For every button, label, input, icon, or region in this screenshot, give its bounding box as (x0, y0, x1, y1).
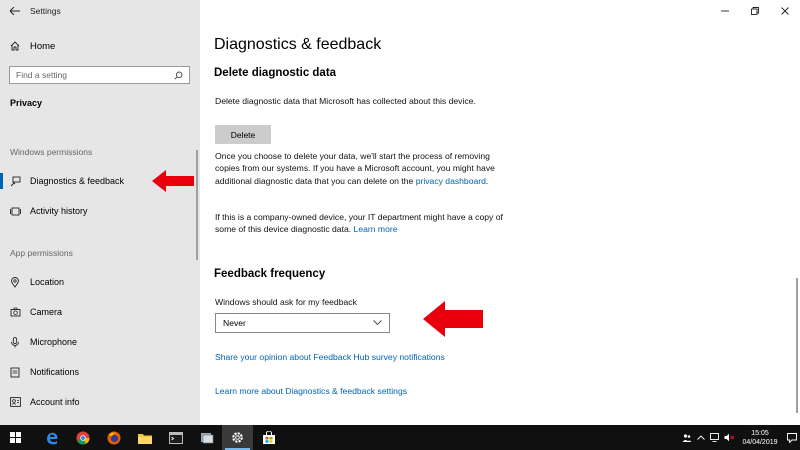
sidebar-item-account-info[interactable]: Account info (0, 390, 196, 414)
terminal-icon (168, 431, 183, 444)
sidebar-item-label: Camera (30, 307, 63, 317)
taskbar-store[interactable] (253, 425, 284, 450)
back-button[interactable] (0, 0, 30, 22)
tray-action-center-icon[interactable] (784, 425, 800, 450)
main-scrollbar[interactable] (796, 278, 798, 413)
search-icon (174, 71, 183, 80)
sidebar-item-notifications[interactable]: Notifications (0, 360, 196, 384)
title-bar: Settings (0, 0, 200, 22)
main-content: Diagnostics & feedback Delete diagnostic… (200, 0, 800, 425)
sidebar-item-label: Activity history (30, 206, 88, 216)
taskbar-clock[interactable]: 15:05 04/04/2019 (736, 429, 784, 447)
sidebar-item-location[interactable]: Location (0, 270, 196, 294)
feedback-icon (0, 176, 30, 187)
sidebar-item-label: Notifications (30, 367, 80, 377)
start-button[interactable] (0, 425, 31, 450)
window-title: Settings (30, 6, 61, 16)
learn-more-link[interactable]: Learn more (354, 224, 398, 234)
back-arrow-icon (10, 7, 20, 15)
taskbar-firefox[interactable] (98, 425, 129, 450)
windows-start-icon (10, 432, 21, 443)
feedback-hub-survey-link[interactable]: Share your opinion about Feedback Hub su… (215, 351, 535, 363)
clock-date: 04/04/2019 (742, 438, 778, 446)
home-label: Home (30, 40, 56, 52)
tray-people-icon[interactable] (680, 425, 694, 450)
store-icon (262, 431, 275, 444)
firefox-icon (107, 431, 120, 444)
microphone-icon (0, 336, 30, 348)
chrome-icon (76, 431, 89, 444)
tray-volume-muted-icon[interactable] (722, 425, 736, 450)
sidebar-item-microphone[interactable]: Microphone (0, 330, 196, 354)
restore-icon (751, 7, 759, 15)
account-info-icon (0, 397, 30, 407)
activity-history-icon (0, 206, 30, 217)
notifications-icon (0, 367, 30, 378)
section-heading-privacy: Privacy (10, 98, 43, 108)
taskbar-terminal[interactable] (160, 425, 191, 450)
close-button[interactable] (770, 0, 800, 22)
sidebar-item-label: Microphone (30, 337, 78, 347)
feedback-frequency-heading: Feedback frequency (214, 268, 326, 280)
system-tray: 15:05 04/04/2019 (680, 425, 800, 450)
home-icon (0, 41, 30, 51)
search-placeholder: Find a setting (16, 70, 68, 80)
sidebar-item-camera[interactable]: Camera (0, 300, 196, 324)
sidebar-item-label: Diagnostics & feedback (30, 176, 125, 186)
red-arrow-sidebar-annotation (152, 170, 194, 192)
delete-section-heading: Delete diagnostic data (214, 67, 337, 79)
company-device-text: If this is a company-owned device, your … (215, 211, 505, 236)
feedback-frequency-dropdown[interactable]: Never (215, 313, 390, 333)
tray-network-icon[interactable] (708, 425, 722, 450)
location-icon (0, 276, 30, 288)
delete-info-end: . (485, 175, 489, 186)
dropdown-value: Never (223, 318, 246, 328)
group-label-app-permissions: App permissions (10, 248, 73, 258)
settings-sidebar: Settings Home Find a setting Privacy Win… (0, 0, 200, 425)
sidebar-item-activity-history[interactable]: Activity history (0, 199, 196, 223)
red-arrow-dropdown-annotation (423, 301, 483, 337)
edge-icon (46, 432, 57, 444)
learn-more-diagnostics-link[interactable]: Learn more about Diagnostics & feedback … (215, 385, 535, 397)
snipping-tool-icon (200, 432, 213, 443)
taskbar-edge[interactable] (36, 425, 67, 450)
privacy-dashboard-link[interactable]: privacy dashboard (416, 176, 486, 186)
chevron-down-icon (373, 320, 382, 326)
taskbar-chrome[interactable] (67, 425, 98, 450)
taskbar-file-explorer[interactable] (129, 425, 160, 450)
minimize-button[interactable] (710, 0, 740, 22)
delete-description: Delete diagnostic data that Microsoft ha… (215, 96, 476, 106)
tray-chevron-up-icon[interactable] (694, 425, 708, 450)
settings-icon (232, 432, 243, 443)
taskbar-snipping-tool[interactable] (191, 425, 222, 450)
minimize-icon (721, 10, 729, 12)
window-controls (710, 0, 800, 22)
restore-button[interactable] (740, 0, 770, 22)
taskbar: 15:05 04/04/2019 (0, 425, 800, 450)
clock-time: 15:05 (751, 429, 769, 437)
sidebar-item-label: Location (30, 277, 65, 287)
delete-button[interactable]: Delete (215, 125, 271, 144)
sidebar-item-home[interactable]: Home (0, 36, 200, 56)
page-title: Diagnostics & feedback (214, 36, 382, 53)
sidebar-scrollbar[interactable] (196, 150, 198, 260)
search-input[interactable]: Find a setting (9, 66, 190, 84)
camera-icon (0, 307, 30, 317)
delete-info-text: Once you choose to delete your data, we'… (215, 150, 505, 187)
sidebar-item-label: Account info (30, 397, 80, 407)
taskbar-settings[interactable] (222, 425, 253, 450)
close-icon (781, 7, 789, 15)
file-explorer-icon (137, 433, 152, 444)
group-label-windows-permissions: Windows permissions (10, 147, 93, 157)
